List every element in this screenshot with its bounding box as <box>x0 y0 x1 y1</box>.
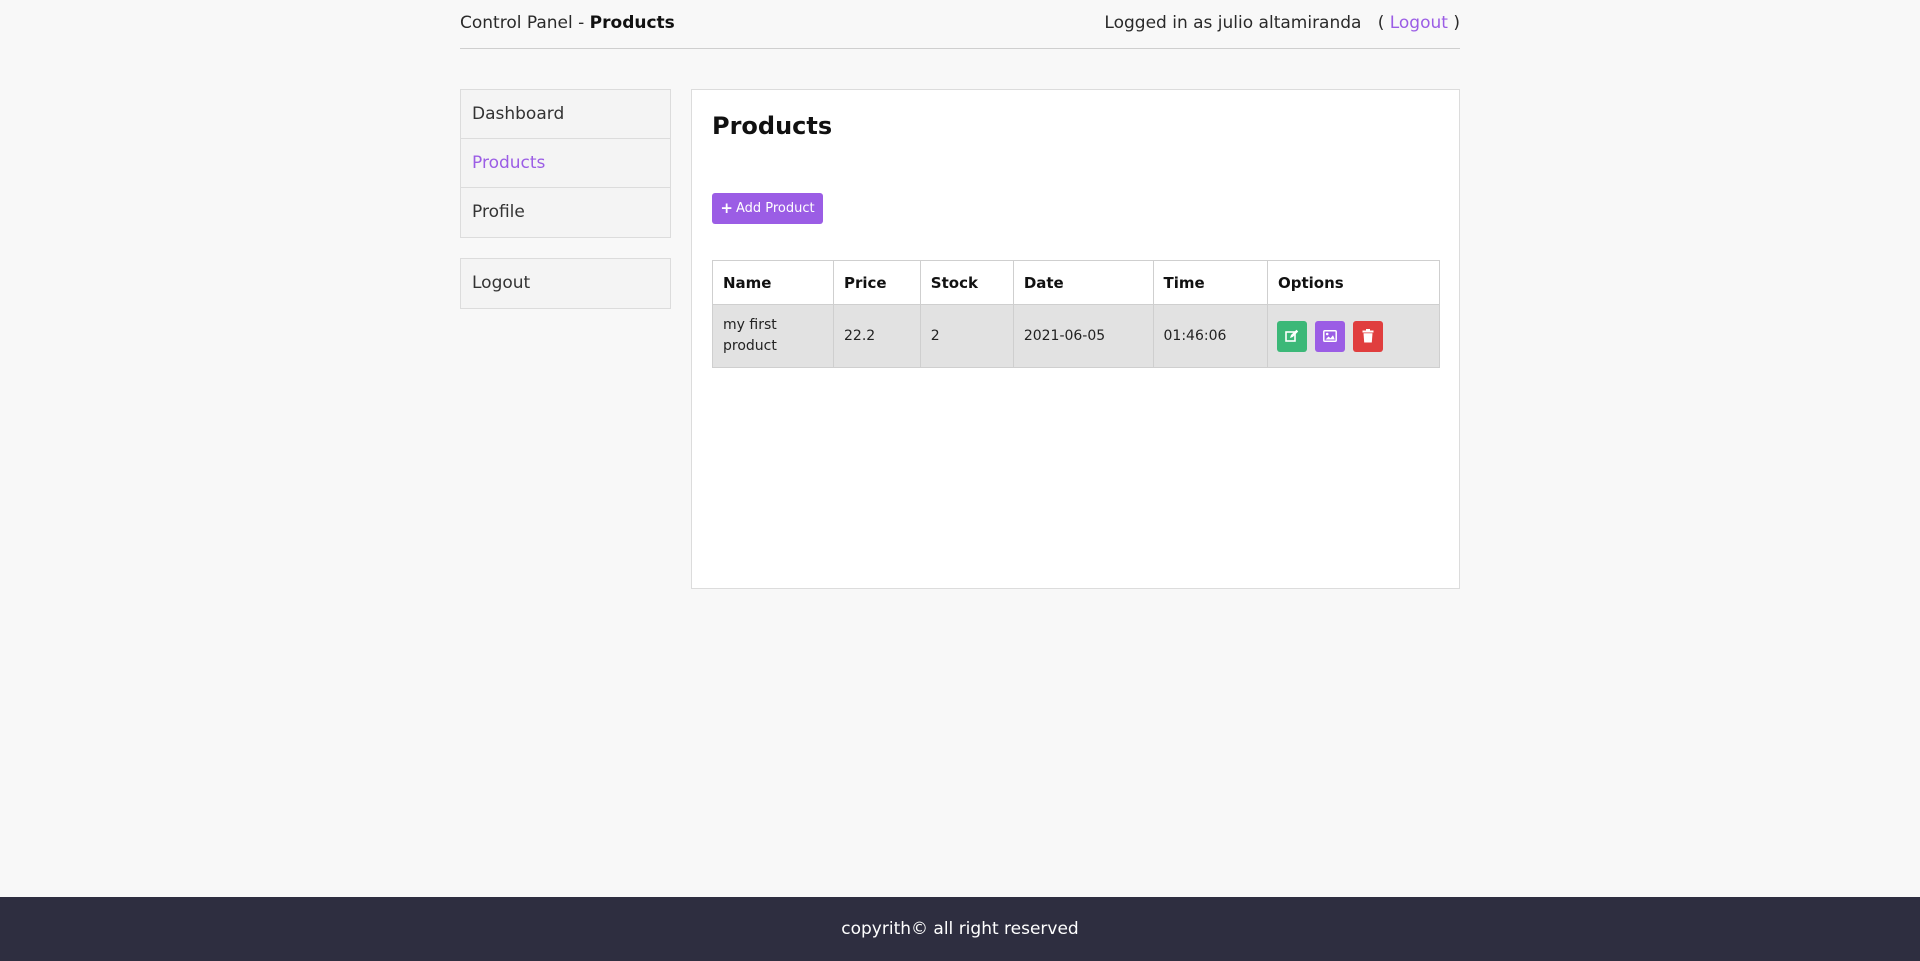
table-row: my first product 22.2 2 2021-06-05 01:46… <box>712 304 1440 368</box>
column-header-price: Price <box>833 260 921 305</box>
cell-date: 2021-06-05 <box>1012 304 1154 368</box>
logged-in-text: Logged in as julio altamiranda <box>1104 13 1362 33</box>
user-info: Logged in as julio altamiranda ( Logout … <box>1104 13 1460 33</box>
table-header-row: Name Price Stock Date Time Options <box>712 260 1440 305</box>
sidebar: Dashboard Products Profile Logout <box>460 89 671 309</box>
cell-name: my first product <box>712 304 834 368</box>
cell-time: 01:46:06 <box>1152 304 1269 368</box>
sidebar-item-products[interactable]: Products <box>461 139 670 188</box>
trash-icon <box>1362 329 1374 343</box>
plus-icon: + <box>720 199 733 217</box>
sidebar-item-dashboard[interactable]: Dashboard <box>461 90 670 139</box>
main-panel: Products + Add Product Name Price Stock … <box>691 89 1460 589</box>
cell-price: 22.2 <box>833 304 921 368</box>
paren-close: ) <box>1453 13 1460 33</box>
current-section-label: Products <box>589 13 675 33</box>
footer: copyrith© all right reserved <box>0 897 1920 961</box>
edit-button[interactable] <box>1277 320 1307 352</box>
sidebar-logout-menu: Logout <box>460 258 671 309</box>
column-header-stock: Stock <box>919 260 1014 305</box>
delete-button[interactable] <box>1353 320 1383 352</box>
sidebar-item-logout[interactable]: Logout <box>461 259 670 308</box>
footer-copyright: copyrith© all right reserved <box>841 919 1079 939</box>
edit-icon <box>1285 329 1299 342</box>
add-product-button[interactable]: + Add Product <box>712 193 823 224</box>
image-button[interactable] <box>1315 320 1345 352</box>
sidebar-item-profile[interactable]: Profile <box>461 188 670 237</box>
products-table: Name Price Stock Date Time Options my fi… <box>712 260 1440 368</box>
header-logout-link[interactable]: Logout <box>1390 13 1448 33</box>
page-heading: Control Panel - Products <box>460 13 675 33</box>
column-header-name: Name <box>712 260 834 305</box>
column-header-time: Time <box>1152 260 1269 305</box>
add-product-label: Add Product <box>735 201 815 216</box>
column-header-options: Options <box>1267 260 1440 305</box>
header-bar: Control Panel - Products Logged in as ju… <box>460 0 1460 49</box>
column-header-date: Date <box>1012 260 1154 305</box>
page-title: Products <box>712 112 833 140</box>
cell-options <box>1267 304 1440 368</box>
image-icon <box>1323 330 1337 342</box>
row-actions <box>1277 320 1429 352</box>
cell-stock: 2 <box>919 304 1014 368</box>
paren-open: ( <box>1377 13 1385 33</box>
control-panel-label: Control Panel - <box>460 13 590 33</box>
sidebar-menu: Dashboard Products Profile <box>460 89 671 238</box>
